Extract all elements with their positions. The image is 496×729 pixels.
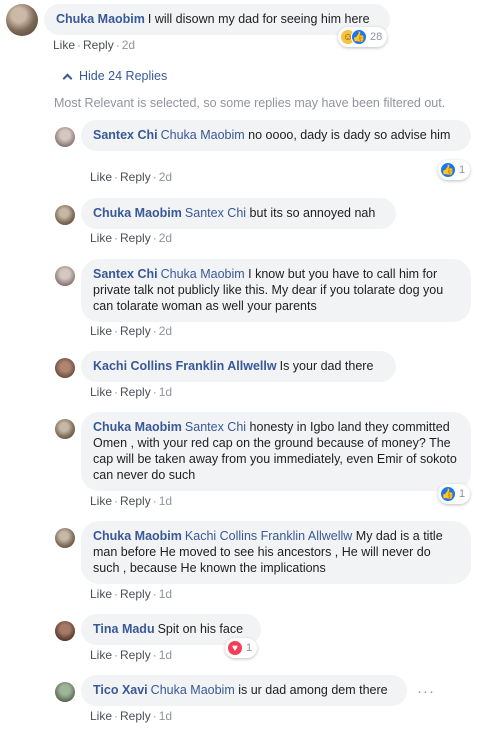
timestamp[interactable]: 1d	[159, 587, 172, 601]
reply-button[interactable]: Reply	[120, 587, 151, 601]
reply-bubble: Santex Chi Chuka Maobim I know but you ha…	[81, 259, 471, 322]
reply-actions: Like · Reply · 1d	[90, 648, 173, 662]
reply-author[interactable]: Chuka Maobim	[93, 420, 182, 434]
reaction-count: 1	[459, 488, 466, 500]
reply-button[interactable]: Reply	[120, 648, 151, 662]
reply-author[interactable]: Kachi Collins Franklin Allwellw	[93, 359, 277, 373]
reaction-summary[interactable]: 👍 1	[438, 484, 471, 504]
like-button[interactable]: Like	[90, 324, 112, 338]
reply-button[interactable]: Reply	[83, 38, 114, 52]
timestamp[interactable]: 2d	[159, 324, 172, 338]
reply-mention[interactable]: Santex Chi	[185, 206, 246, 220]
hide-replies-button[interactable]: Hide 24 Replies	[62, 69, 167, 83]
reply-actions: Like · Reply · 1d	[90, 709, 173, 723]
reaction-summary[interactable]: ☺ 👍 28	[338, 27, 388, 47]
reply-mention[interactable]: Chuka Maobim	[161, 267, 245, 281]
avatar[interactable]	[55, 419, 75, 439]
like-icon: 👍	[440, 486, 456, 502]
reply-bubble: Chuka Maobim Kachi Collins Franklin Allwe…	[81, 521, 471, 584]
reply-mention[interactable]: Kachi Collins Franklin Allwellw	[185, 529, 352, 543]
avatar[interactable]	[55, 358, 75, 378]
like-button[interactable]: Like	[90, 385, 112, 399]
reply-bubble: Chuka Maobim Santex Chi honesty in Igbo l…	[81, 412, 471, 491]
reply-actions: Like · Reply · 1d	[90, 587, 173, 601]
reply-button[interactable]: Reply	[120, 385, 151, 399]
like-button[interactable]: Like	[90, 170, 112, 184]
reply-text: is ur dad among dem there	[234, 683, 388, 697]
more-options-icon[interactable]: ···	[417, 683, 435, 700]
avatar[interactable]	[55, 266, 75, 286]
reply-button[interactable]: Reply	[120, 709, 151, 723]
timestamp[interactable]: 1d	[159, 648, 172, 662]
reaction-summary[interactable]: 👍 1	[438, 160, 471, 180]
like-icon: 👍	[440, 162, 456, 178]
avatar[interactable]	[55, 205, 75, 225]
reply-button[interactable]: Reply	[120, 170, 151, 184]
reply-button[interactable]: Reply	[120, 494, 151, 508]
reply-button[interactable]: Reply	[120, 324, 151, 338]
reply-actions: Like · Reply · 2d	[90, 324, 173, 338]
hide-replies-label: Hide 24 Replies	[79, 69, 168, 83]
reply-author[interactable]: Chuka Maobim	[93, 529, 182, 543]
filter-note: Most Relevant is selected, so some repli…	[54, 96, 446, 110]
reply-author[interactable]: Santex Chi	[93, 267, 158, 281]
reaction-summary[interactable]: ♥ 1	[225, 638, 258, 658]
reaction-count: 28	[370, 31, 383, 43]
avatar[interactable]	[55, 528, 75, 548]
chevron-up-icon	[62, 73, 73, 83]
reply-bubble: Tico Xavi Chuka Maobim is ur dad among de…	[81, 675, 407, 706]
timestamp[interactable]: 1d	[159, 494, 172, 508]
reply-text: but its so annoyed nah	[246, 206, 376, 220]
reaction-count: 1	[459, 164, 466, 176]
reply-button[interactable]: Reply	[120, 231, 151, 245]
timestamp[interactable]: 1d	[159, 709, 172, 723]
reply-mention[interactable]: Santex Chi	[185, 420, 246, 434]
like-button[interactable]: Like	[53, 38, 75, 52]
reply-actions: Like · Reply · 2d	[90, 231, 173, 245]
timestamp[interactable]: 2d	[159, 170, 172, 184]
like-button[interactable]: Like	[90, 648, 112, 662]
like-button[interactable]: Like	[90, 587, 112, 601]
reply-mention[interactable]: Chuka Maobim	[161, 128, 245, 142]
reply-text: no oooo, dady is dady so advise him	[244, 128, 451, 142]
reply-mention[interactable]: Chuka Maobim	[151, 683, 235, 697]
reply-actions: Like · Reply · 2d	[90, 170, 173, 184]
reply-text: Is your dad there	[279, 359, 374, 373]
reply-author[interactable]: Tico Xavi	[93, 683, 148, 697]
timestamp[interactable]: 2d	[159, 231, 172, 245]
avatar[interactable]	[6, 4, 38, 36]
like-button[interactable]: Like	[90, 494, 112, 508]
timestamp[interactable]: 2d	[122, 38, 135, 52]
reply-author[interactable]: Tina Madu	[93, 622, 155, 636]
comment-actions: Like · Reply · 2d	[53, 38, 136, 52]
avatar[interactable]	[55, 621, 75, 641]
avatar[interactable]	[55, 127, 75, 147]
timestamp[interactable]: 1d	[159, 385, 172, 399]
comment-bubble: Chuka Maobim I will disown my dad for see…	[44, 4, 390, 35]
reply-author[interactable]: Chuka Maobim	[93, 206, 182, 220]
comment-text: I will disown my dad for seeing him here	[147, 12, 370, 26]
reply-actions: Like · Reply · 1d	[90, 385, 173, 399]
avatar[interactable]	[55, 682, 75, 702]
like-button[interactable]: Like	[90, 709, 112, 723]
reaction-count: 1	[246, 642, 253, 654]
like-icon: 👍	[351, 29, 367, 45]
reply-actions: Like · Reply · 1d	[90, 494, 173, 508]
like-button[interactable]: Like	[90, 231, 112, 245]
reply-bubble: Santex Chi Chuka Maobim no oooo, dady is …	[81, 120, 471, 151]
reply-bubble: Chuka Maobim Santex Chi but its so annoye…	[81, 198, 396, 229]
heart-icon: ♥	[227, 640, 243, 656]
comment-author[interactable]: Chuka Maobim	[56, 12, 145, 26]
reply-text: Spit on his face	[157, 622, 244, 636]
reply-author[interactable]: Santex Chi	[93, 128, 158, 142]
reply-bubble: Kachi Collins Franklin Allwellw Is your d…	[81, 351, 396, 382]
